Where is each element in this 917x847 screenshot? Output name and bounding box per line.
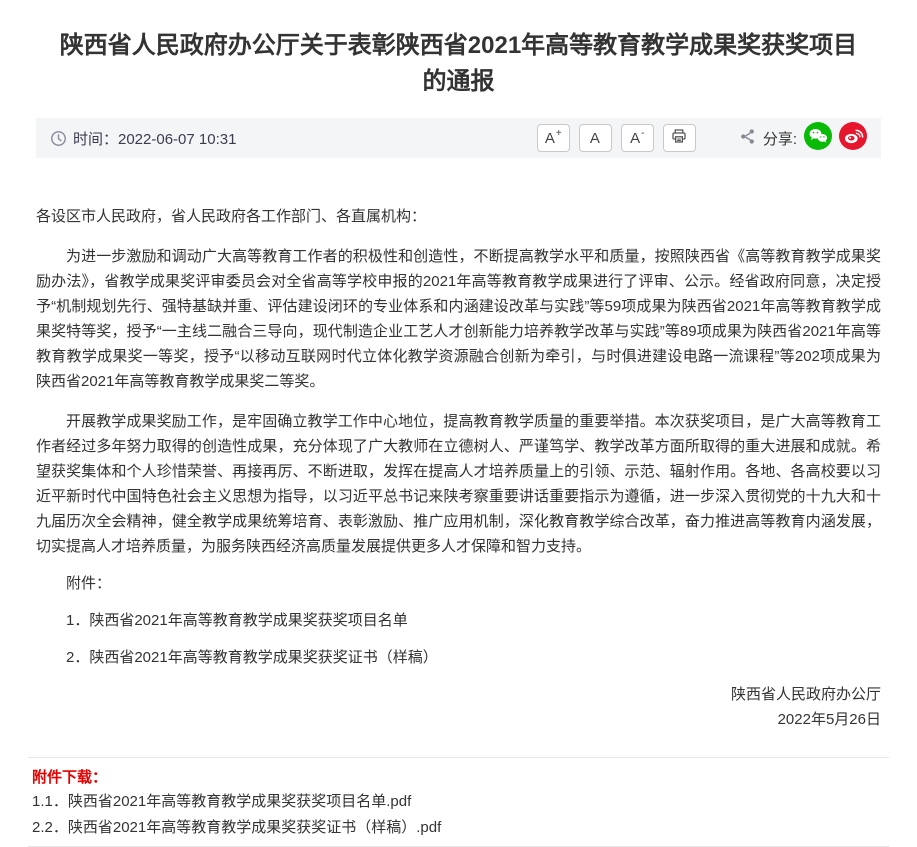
printer-icon [670,127,688,149]
share-label: 分享: [763,128,797,149]
share-nodes-icon [739,128,756,149]
font-decrease-sign: - [641,129,644,139]
font-default-letter: A [590,130,600,147]
attachments-label: 附件： [36,571,881,596]
font-decrease-button[interactable]: A- [621,124,654,152]
paragraph-2: 开展教学成果奖励工作，是牢固确立教学工作中心地位，提高教育教学质量的重要举措。本… [36,409,881,559]
article-body: 各设区市人民政府，省人民政府各工作部门、各直属机构： 为进一步激励和调动广大高等… [36,204,881,732]
download-file-link-2[interactable]: 2.2．陕西省2021年高等教育教学成果奖获奖证书（样稿）.pdf [32,815,885,841]
meta-bar: 时间：2022-06-07 10:31 A+ A A- 分享: [36,118,881,158]
font-default-button[interactable]: A [579,124,612,152]
downloads-section: 附件下载： 1.1．陕西省2021年高等教育教学成果奖获奖项目名单.pdf 2.… [28,757,889,847]
clock-icon [50,130,67,147]
issue-date: 2022年5月26日 [36,707,881,732]
meta-toolbar: A+ A A- 分享: [537,122,867,154]
salutation: 各设区市人民政府，省人民政府各工作部门、各直属机构： [36,204,881,229]
page-title: 陕西省人民政府办公厅关于表彰陕西省2021年高等教育教学成果奖获奖项目的通报 [53,28,865,100]
attachment-item-1: 1．陕西省2021年高等教育教学成果奖获奖项目名单 [36,608,881,633]
font-increase-sign: + [556,129,562,139]
issuing-authority: 陕西省人民政府办公厅 [36,682,881,707]
publish-time-text: 时间：2022-06-07 10:31 [73,128,236,149]
weibo-share-icon[interactable] [839,122,867,154]
wechat-share-icon[interactable] [804,122,832,154]
share-group: 分享: [739,122,867,154]
font-increase-button[interactable]: A+ [537,124,570,152]
attachment-item-2: 2．陕西省2021年高等教育教学成果奖获奖证书（样稿） [36,645,881,670]
font-decrease-letter: A [630,130,640,147]
print-button[interactable] [663,124,696,152]
download-file-link-1[interactable]: 1.1．陕西省2021年高等教育教学成果奖获奖项目名单.pdf [32,789,885,815]
publish-time: 时间：2022-06-07 10:31 [50,128,236,149]
signature-block: 陕西省人民政府办公厅 2022年5月26日 [36,682,881,732]
downloads-label: 附件下载： [32,767,885,789]
paragraph-1: 为进一步激励和调动广大高等教育工作者的积极性和创造性，不断提高教学水平和质量，按… [36,244,881,394]
font-increase-letter: A [545,130,555,147]
